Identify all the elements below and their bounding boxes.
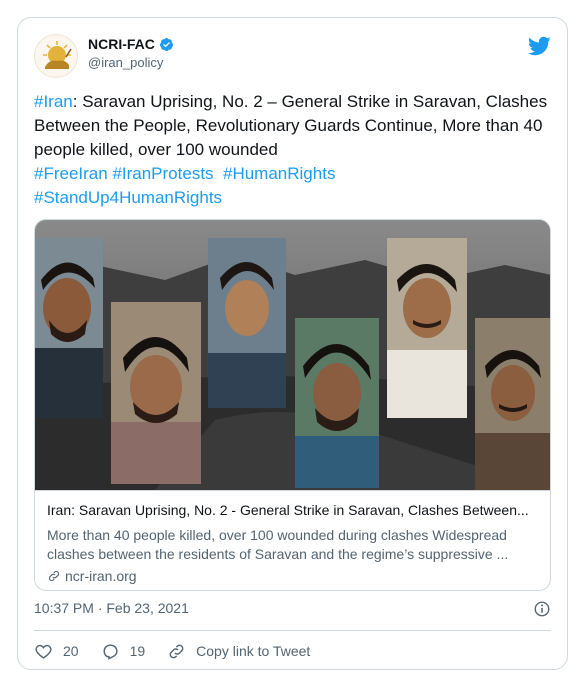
reply-icon: [103, 643, 118, 660]
tweet-text-segment: [214, 164, 223, 183]
link-preview-description: More than 40 people killed, over 100 wou…: [47, 527, 509, 562]
portrait-photo-5: [387, 238, 467, 418]
link-icon: [48, 570, 60, 582]
portrait-photo-1: [35, 238, 103, 418]
info-icon[interactable]: [533, 600, 551, 618]
tweet-text: #Iran: Saravan Uprising, No. 2 – General…: [34, 90, 554, 210]
link-preview-domain: ncr-iran.org: [47, 568, 540, 584]
tweet-text-segment: : Saravan Uprising, No. 2 – General Stri…: [34, 92, 552, 159]
hashtag-link[interactable]: #Iran: [34, 92, 73, 111]
like-count: 20: [63, 643, 79, 659]
timestamp[interactable]: 10:37 PM · Feb 23, 2021: [34, 600, 189, 616]
verified-badge-icon: [159, 37, 173, 51]
portrait-photo-6: [475, 318, 550, 490]
avatar[interactable]: [34, 34, 78, 78]
tweet-header: NCRI-FAC @iran_policy: [34, 32, 551, 80]
lion-and-sun-logo: [43, 41, 72, 69]
link-preview-title: Iran: Saravan Uprising, No. 2 - General …: [47, 502, 529, 518]
account-names: NCRI-FAC @iran_policy: [88, 36, 174, 70]
copy-link-button[interactable]: Copy link to Tweet: [167, 642, 310, 661]
display-name[interactable]: NCRI-FAC: [88, 36, 155, 52]
reply-count: 19: [129, 643, 146, 659]
link-preview-card[interactable]: Iran: Saravan Uprising, No. 2 - General …: [34, 219, 551, 591]
reply-button[interactable]: 19: [101, 642, 146, 661]
link-preview-meta: Iran: Saravan Uprising, No. 2 - General …: [35, 490, 550, 590]
timestamp-row: 10:37 PM · Feb 23, 2021: [34, 600, 551, 620]
tweet-card: NCRI-FAC @iran_policy #Iran: Saravan Upr…: [17, 17, 568, 670]
divider: [34, 630, 551, 631]
hashtag-link[interactable]: #FreeIran: [34, 164, 108, 183]
link-domain-text: ncr-iran.org: [65, 568, 137, 584]
hashtag-link[interactable]: #StandUp4HumanRights: [34, 188, 222, 207]
copy-link-icon: [169, 644, 184, 658]
copy-link-label: Copy link to Tweet: [196, 643, 311, 659]
action-bar: 20 19 Copy link to Tweet: [34, 638, 332, 664]
portrait-photo-3: [208, 238, 286, 408]
portrait-photo-2: [111, 302, 201, 484]
link-preview-image: [35, 220, 550, 490]
portrait-photo-4: [295, 318, 379, 488]
like-button[interactable]: 20: [34, 642, 79, 661]
hashtag-link[interactable]: #HumanRights: [223, 164, 335, 183]
hashtag-link[interactable]: #IranProtests: [112, 164, 213, 183]
twitter-bird-icon[interactable]: [527, 34, 551, 58]
handle[interactable]: @iran_policy: [88, 55, 174, 70]
heart-icon: [35, 644, 52, 659]
